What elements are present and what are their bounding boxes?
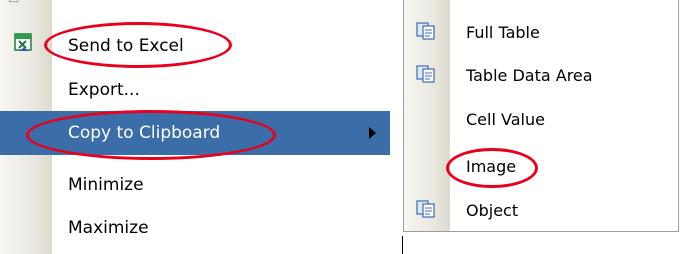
menu-item-label: Export... <box>68 80 140 100</box>
submenu-item-label: Object <box>466 201 519 220</box>
submenu-item-image[interactable]: Image <box>404 146 680 188</box>
submenu-item-label: Table Data Area <box>466 66 593 85</box>
text-cursor <box>402 236 403 254</box>
menu-item-copy-to-clipboard[interactable]: Copy to Clipboard <box>0 111 390 155</box>
cropped-icon: ▭ <box>8 0 20 6</box>
copy-icon <box>416 22 436 40</box>
clipboard-submenu: Full Table Table Data Area Cell Value Im… <box>403 0 679 232</box>
submenu-item-label: Full Table <box>466 23 540 42</box>
menu-item-label: Minimize <box>68 175 144 195</box>
submenu-item-cell-value[interactable]: Cell Value <box>404 99 680 141</box>
excel-icon <box>14 33 34 53</box>
submenu-item-label: Image <box>466 157 517 176</box>
submenu-arrow-icon <box>369 127 376 139</box>
submenu-item-table-data-area[interactable]: Table Data Area <box>404 55 680 97</box>
copy-icon <box>416 65 436 83</box>
menu-item-maximize[interactable]: Maximize <box>0 206 390 250</box>
context-menu: ▭ Send to Excel Export... Copy to Clipbo… <box>0 0 390 254</box>
menu-item-label: Maximize <box>68 218 149 238</box>
submenu-item-full-table[interactable]: Full Table <box>404 12 680 54</box>
copy-icon <box>416 200 436 218</box>
menu-item-minimize[interactable]: Minimize <box>0 163 390 207</box>
menu-item-send-to-excel[interactable]: Send to Excel <box>0 24 390 68</box>
menu-item-export[interactable]: Export... <box>0 68 390 112</box>
menu-item-label: Send to Excel <box>68 36 184 56</box>
menu-item-label: Copy to Clipboard <box>68 123 221 143</box>
submenu-item-object[interactable]: Object <box>404 190 680 232</box>
submenu-item-label: Cell Value <box>466 110 545 129</box>
